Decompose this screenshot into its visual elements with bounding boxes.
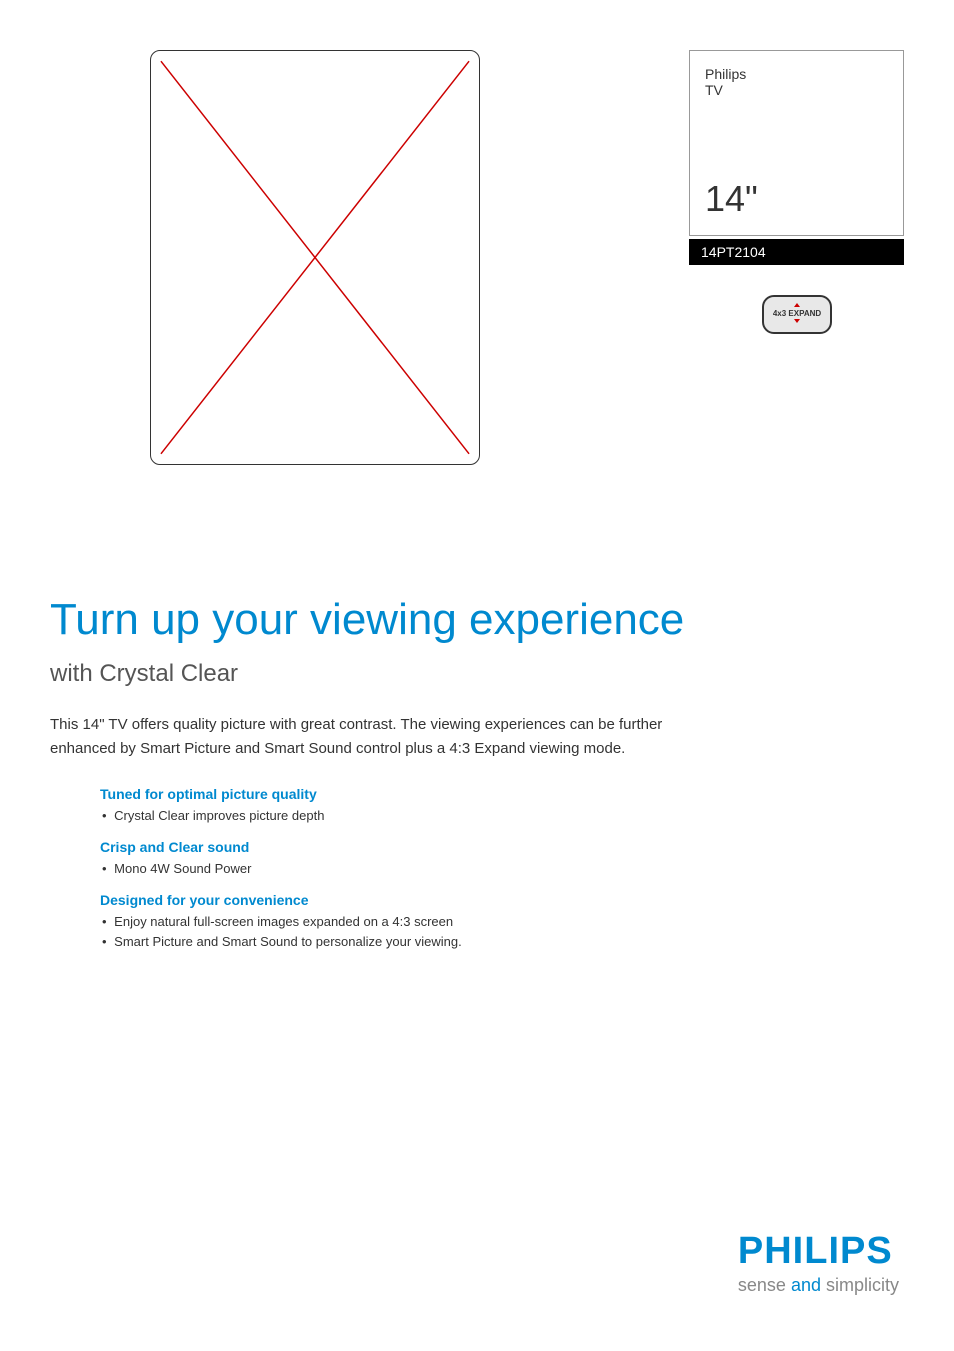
product-image-placeholder: [150, 50, 480, 465]
description-text: This 14" TV offers quality picture with …: [50, 713, 670, 761]
expand-badge-icon: 4x3 EXPAND: [772, 303, 822, 323]
features-section: Tuned for optimal picture quality Crysta…: [100, 786, 904, 953]
feature-group-title: Designed for your convenience: [100, 892, 904, 908]
expand-badge-container: 4x3 EXPAND: [689, 295, 904, 334]
top-section: Philips TV 14" 14PT2104 4x3 EXPAND: [50, 50, 904, 465]
main-headline: Turn up your viewing experience: [50, 595, 904, 645]
svg-text:4x3 EXPAND: 4x3 EXPAND: [772, 309, 821, 318]
brand-name: Philips: [705, 66, 888, 82]
subheadline: with Crystal Clear: [50, 660, 904, 688]
expand-badge: 4x3 EXPAND: [762, 295, 832, 334]
feature-item: Mono 4W Sound Power: [102, 859, 904, 880]
feature-item: Enjoy natural full-screen images expande…: [102, 912, 904, 933]
model-number: 14PT2104: [689, 239, 904, 265]
footer-logo-section: PHILIPS sense and simplicity: [738, 1230, 899, 1296]
product-info-box: Philips TV 14": [689, 50, 904, 236]
tagline-part2: simplicity: [821, 1275, 899, 1295]
screen-size: 14": [705, 178, 888, 220]
feature-item: Crystal Clear improves picture depth: [102, 806, 904, 827]
feature-group-title: Tuned for optimal picture quality: [100, 786, 904, 802]
product-type: TV: [705, 82, 888, 98]
info-box-container: Philips TV 14" 14PT2104 4x3 EXPAND: [689, 50, 904, 465]
placeholder-x-icon: [151, 51, 479, 464]
tagline-accent: and: [791, 1275, 821, 1295]
tagline: sense and simplicity: [738, 1275, 899, 1296]
content-section: Turn up your viewing experience with Cry…: [50, 595, 904, 953]
feature-group-title: Crisp and Clear sound: [100, 839, 904, 855]
philips-logo: PHILIPS: [738, 1230, 899, 1273]
tagline-part1: sense: [738, 1275, 791, 1295]
feature-item: Smart Picture and Smart Sound to persona…: [102, 932, 904, 953]
